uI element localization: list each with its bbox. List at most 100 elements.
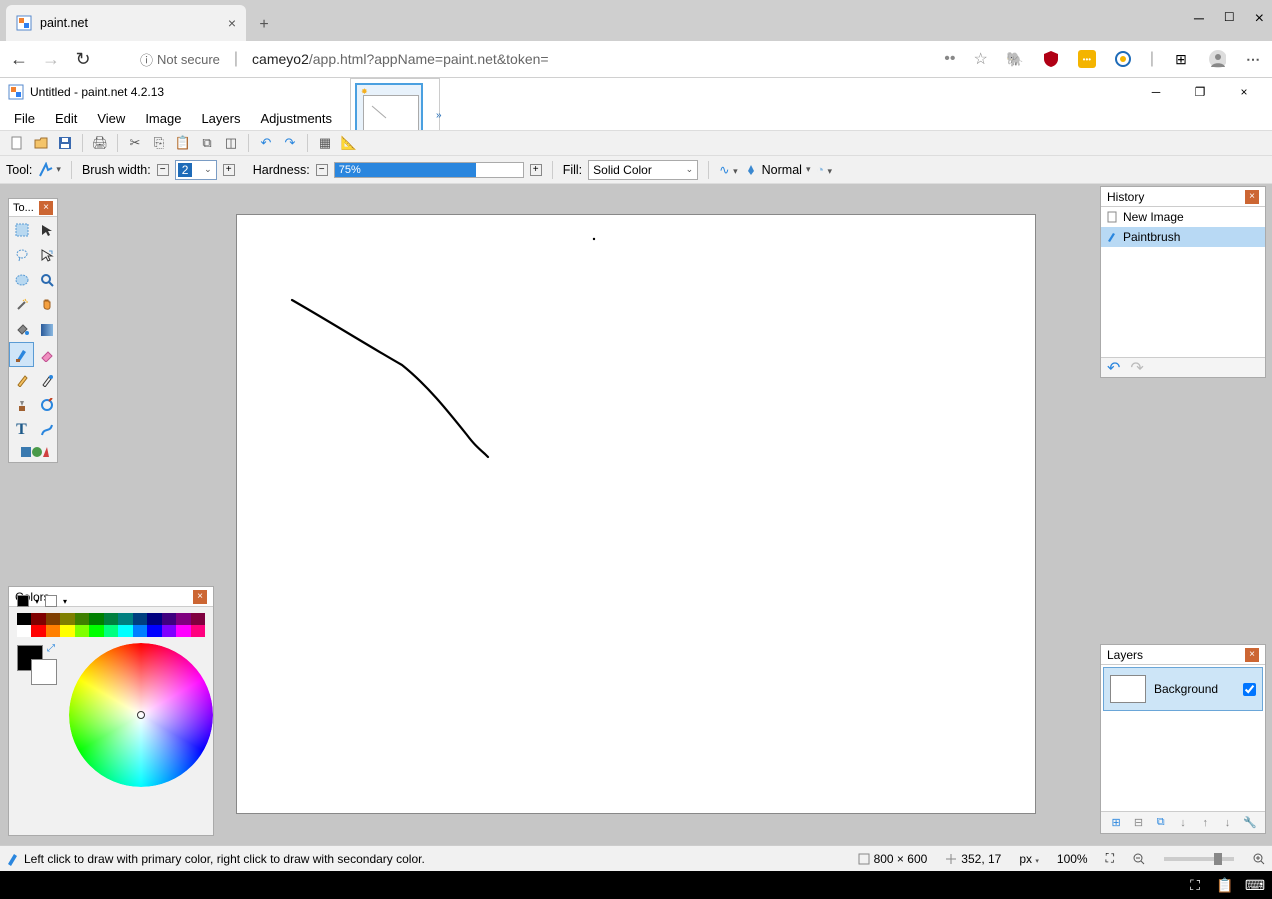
tool-clone[interactable] (9, 392, 34, 417)
zoom-fit-icon[interactable]: ⛶ (1106, 851, 1114, 866)
palette-cell[interactable] (162, 613, 176, 625)
copy-icon[interactable]: ⎘ (148, 132, 170, 154)
blend-mode-select[interactable]: Normal ▾ (744, 163, 811, 177)
fill-select[interactable]: Solid Color⌄ (588, 160, 698, 180)
tool-pan[interactable] (34, 292, 59, 317)
tool-zoom[interactable] (34, 267, 59, 292)
hardness-slider[interactable]: 75% (334, 162, 524, 178)
tool-move-selection[interactable] (34, 217, 59, 242)
palette-cell[interactable] (60, 613, 74, 625)
palette-cell[interactable] (75, 625, 89, 637)
window-maximize-icon[interactable]: ☐ (1224, 10, 1235, 28)
tool-recolor[interactable] (34, 392, 59, 417)
url-display[interactable]: cameyo2/app.html?appName=paint.net&token… (252, 51, 549, 67)
browser-menu-icon[interactable]: ⋯ (1244, 50, 1262, 68)
tool-pencil[interactable] (9, 367, 34, 392)
profile-avatar-icon[interactable] (1208, 50, 1226, 68)
extensions-menu-icon[interactable]: ⊞ (1172, 50, 1190, 68)
palette-cell[interactable] (176, 625, 190, 637)
layer-duplicate-icon[interactable]: ⧉ (1153, 815, 1169, 831)
menu-file[interactable]: File (4, 108, 45, 129)
palette-cell[interactable] (191, 613, 205, 625)
hardness-decrease-button[interactable]: − (316, 164, 328, 176)
white-swatch[interactable] (45, 595, 57, 607)
nav-back-icon[interactable]: ← (10, 49, 28, 70)
history-undo-icon[interactable]: ↶ (1107, 358, 1120, 378)
palette-cell[interactable] (118, 613, 132, 625)
window-close-icon[interactable]: × (1255, 10, 1264, 28)
menu-edit[interactable]: Edit (45, 108, 87, 129)
palette-cell[interactable] (133, 625, 147, 637)
antialias-toggle[interactable]: ∿ ▾ (719, 162, 737, 177)
star-icon[interactable]: ☆ (974, 49, 988, 69)
tool-gradient[interactable] (34, 317, 59, 342)
zoom-in-icon[interactable] (1252, 852, 1266, 866)
palette-cell[interactable] (104, 625, 118, 637)
tool-rect-select[interactable] (9, 217, 34, 242)
ruler-icon[interactable]: 📐 (338, 132, 360, 154)
tool-text[interactable]: T (9, 417, 34, 442)
extension-icon-3[interactable]: ••• (1078, 50, 1096, 68)
new-file-icon[interactable] (6, 132, 28, 154)
window-minimize-icon[interactable]: ─ (1194, 10, 1204, 28)
brush-increase-button[interactable]: + (223, 164, 235, 176)
black-swatch[interactable] (17, 595, 29, 607)
tool-ellipse-select[interactable] (9, 267, 34, 292)
app-minimize-icon[interactable]: ─ (1136, 79, 1176, 105)
clipboard-icon[interactable]: 📋 (1216, 876, 1234, 894)
hardness-increase-button[interactable]: + (530, 164, 542, 176)
app-close-icon[interactable]: × (1224, 79, 1264, 105)
palette-cell[interactable] (147, 625, 161, 637)
palette-cell[interactable] (176, 613, 190, 625)
tools-panel-close-icon[interactable]: × (39, 201, 53, 215)
palette-cell[interactable] (17, 625, 31, 637)
tab-close-icon[interactable]: × (228, 15, 236, 31)
palette-cell[interactable] (89, 625, 103, 637)
app-maximize-icon[interactable]: ❐ (1180, 79, 1220, 105)
menu-adjustments[interactable]: Adjustments (250, 108, 342, 129)
tool-colorpicker[interactable] (34, 367, 59, 392)
layer-new-icon[interactable]: ⊞ (1108, 815, 1124, 831)
extension-ublock-icon[interactable] (1042, 50, 1060, 68)
palette-cell[interactable] (31, 625, 45, 637)
status-zoom[interactable]: 100% (1057, 852, 1088, 866)
security-indicator[interactable]: ⓘ Not secure (140, 50, 220, 69)
palette-cell[interactable] (162, 625, 176, 637)
palette-cell[interactable] (133, 613, 147, 625)
extension-evernote-icon[interactable]: 🐘 (1006, 50, 1024, 68)
open-file-icon[interactable] (30, 132, 52, 154)
tool-shapes[interactable] (9, 442, 59, 462)
tool-eraser[interactable] (34, 342, 59, 367)
history-item[interactable]: New Image (1101, 207, 1265, 227)
menu-layers[interactable]: Layers (191, 108, 250, 129)
status-unit-select[interactable]: px ▾ (1019, 852, 1039, 866)
new-tab-button[interactable]: + (250, 5, 278, 45)
palette-cell[interactable] (46, 613, 60, 625)
palette-cell[interactable] (147, 613, 161, 625)
fullscreen-icon[interactable]: ⛶ (1186, 876, 1204, 894)
colors-panel-close-icon[interactable]: × (193, 590, 207, 604)
deselect-icon[interactable]: ◫ (220, 132, 242, 154)
secondary-color-swatch[interactable] (31, 659, 57, 685)
menu-view[interactable]: View (87, 108, 135, 129)
canvas[interactable] (236, 214, 1036, 814)
tool-paintbrush[interactable] (9, 342, 34, 367)
overwrite-toggle[interactable]: ◔ ▾ (816, 163, 832, 177)
history-panel-close-icon[interactable]: × (1245, 190, 1259, 204)
tool-line[interactable] (34, 417, 59, 442)
palette-cell[interactable] (17, 613, 31, 625)
keyboard-icon[interactable]: ⌨ (1246, 876, 1264, 894)
palette-cell[interactable] (31, 613, 45, 625)
palette-cell[interactable] (191, 625, 205, 637)
browser-tab[interactable]: paint.net × (6, 5, 246, 41)
palette-cell[interactable] (89, 613, 103, 625)
brush-decrease-button[interactable]: − (157, 164, 169, 176)
color-palette[interactable] (17, 613, 205, 637)
zoom-slider[interactable] (1164, 857, 1234, 861)
tool-magic-wand[interactable] (9, 292, 34, 317)
layer-props-icon[interactable]: 🔧 (1242, 815, 1258, 831)
layer-item[interactable]: Background (1103, 667, 1263, 711)
tool-move-pixels[interactable] (34, 242, 59, 267)
palette-cell[interactable] (75, 613, 89, 625)
extension-icon-4[interactable] (1114, 50, 1132, 68)
